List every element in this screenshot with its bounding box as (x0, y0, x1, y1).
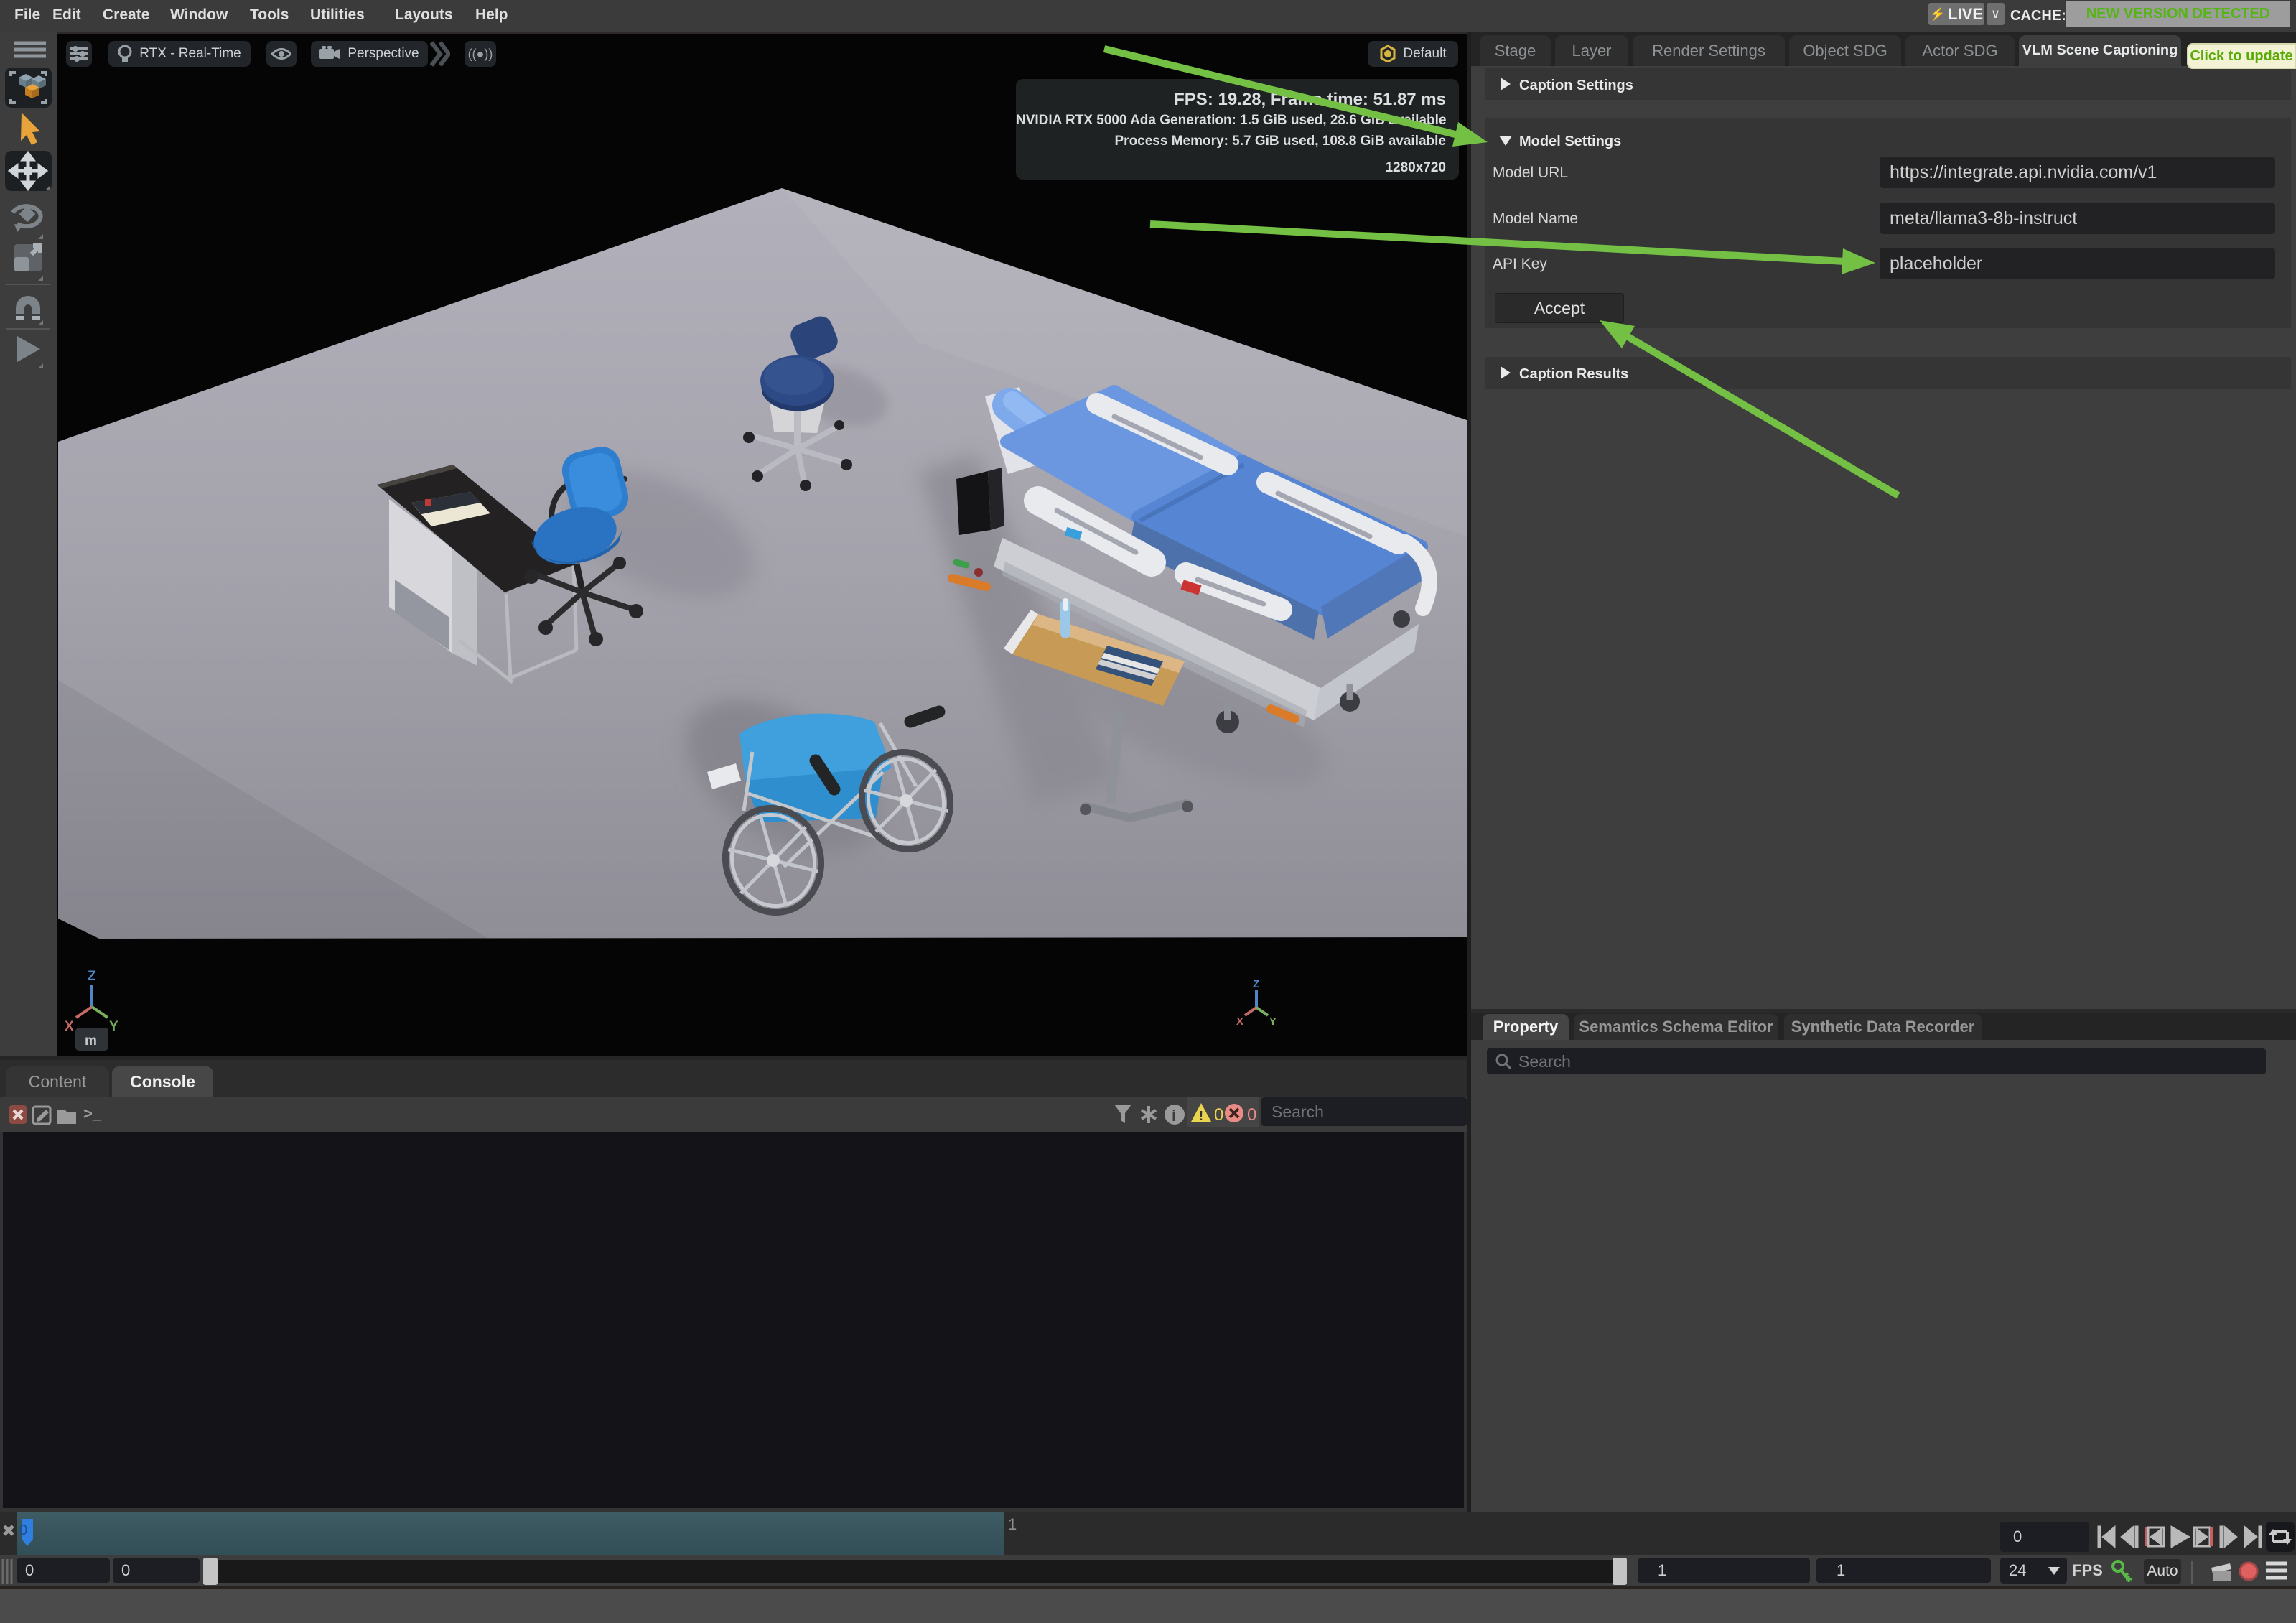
svg-text:i: i (1172, 1107, 1176, 1125)
svg-text:Z: Z (1253, 978, 1259, 990)
svg-text:X: X (1236, 1015, 1243, 1028)
svg-text:m: m (85, 1033, 97, 1048)
svg-text:0: 0 (19, 1522, 27, 1538)
svg-text:Y: Y (1269, 1015, 1277, 1028)
svg-text:0: 0 (1214, 1105, 1223, 1125)
svg-text:0: 0 (1247, 1105, 1256, 1125)
svg-text:X: X (65, 1019, 74, 1034)
svg-text:!: ! (1199, 1109, 1203, 1123)
svg-text:Y: Y (109, 1019, 118, 1034)
svg-text:Z: Z (88, 969, 96, 984)
